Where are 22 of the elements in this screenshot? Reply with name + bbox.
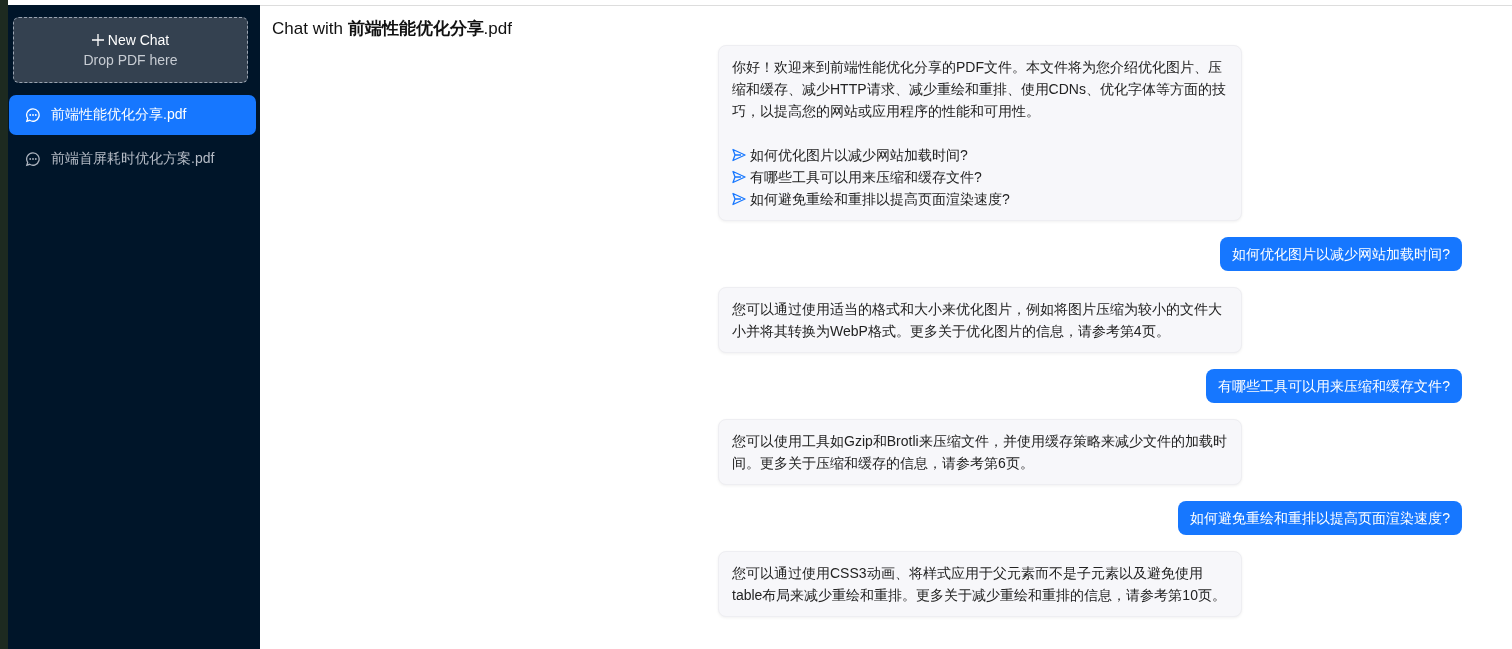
new-chat-dropzone[interactable]: New Chat Drop PDF here	[13, 17, 248, 83]
send-icon	[732, 192, 746, 206]
suggested-question[interactable]: 有哪些工具可以用来压缩和缓存文件?	[732, 166, 982, 188]
plus-icon	[91, 34, 104, 46]
message-text: 您可以使用工具如Gzip和Brotli来压缩文件，并使用缓存策略来减少文件的加载时间。更多关于压缩和缓存的信息，请参考第6页。	[732, 432, 1228, 473]
chat-bubble-icon	[25, 151, 41, 167]
chat-bubble-icon	[25, 107, 41, 123]
message-text: 您可以通过使用CSS3动画、将样式应用于父元素而不是子元素以及避免使用table布局来减少重绘和重排。更多关于减少重绘和重排的信息，请参考第10页。	[732, 564, 1227, 605]
send-icon	[732, 148, 746, 162]
message-text: 你好！欢迎来到前端性能优化分享的PDF文件。本文件将为您介绍优化图片、压缩和缓存、减少HTTP请求、减少重绘和重排、使用CDNs、优化字体等方面的技巧，以提高您的网站或应用程序的性能和可用性。	[732, 58, 1227, 121]
send-icon	[732, 170, 746, 184]
chat-title: Chat with 前端性能优化分享.pdf	[272, 18, 513, 40]
user-message: 有哪些工具可以用来压缩和缓存文件?	[1206, 369, 1462, 403]
chat-list-item[interactable]: 前端性能优化分享.pdf	[9, 95, 256, 135]
chat-list-item[interactable]: 前端首屏耗时优化方案.pdf	[9, 139, 256, 179]
suggested-question[interactable]: 如何避免重绘和重排以提高页面渲染速度?	[732, 188, 1010, 210]
user-message: 如何避免重绘和重排以提高页面渲染速度?	[1178, 501, 1462, 535]
new-chat-label: New Chat	[107, 32, 170, 48]
drop-hint: Drop PDF here	[83, 52, 178, 68]
suggested-question[interactable]: 如何优化图片以减少网站加载时间?	[732, 144, 968, 166]
user-message: 如何优化图片以减少网站加载时间?	[1220, 237, 1462, 271]
message-text: 您可以通过使用适当的格式和大小来优化图片，例如将图片压缩为较小的文件大小并将其转换为WebP格式。更多关于优化图片的信息，请参考第4页。	[732, 300, 1223, 341]
